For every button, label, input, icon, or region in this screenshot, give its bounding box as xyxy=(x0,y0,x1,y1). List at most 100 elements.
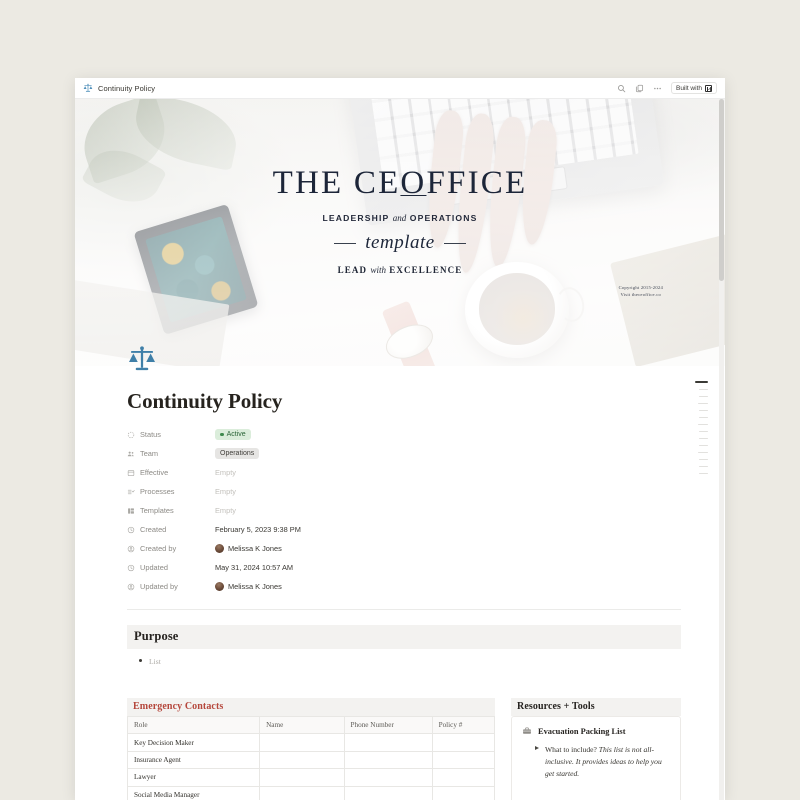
property-value: Empty xyxy=(215,506,236,515)
property-label: Status xyxy=(140,430,161,439)
table-row[interactable]: Insurance Agent xyxy=(126,750,496,770)
column-header: Phone Number xyxy=(343,715,433,735)
page-scroll-area[interactable]: THE CEOFFICE LEADERSHIP and OPERATIONS t… xyxy=(75,99,725,800)
property-row-team[interactable]: Team Operations xyxy=(127,444,681,463)
toc-dash[interactable] xyxy=(699,388,708,391)
purpose-list-item[interactable]: List xyxy=(127,657,681,666)
cell-policy[interactable] xyxy=(431,768,496,787)
clock-icon xyxy=(127,564,135,571)
property-key: Updated xyxy=(127,563,215,572)
cell-policy[interactable] xyxy=(431,750,496,770)
table-row[interactable]: Social Media Manager xyxy=(126,785,496,800)
briefcase-icon xyxy=(523,727,531,734)
table-row[interactable]: Lawyer xyxy=(126,768,496,787)
evacuation-packing-list-item[interactable]: Evacuation Packing List xyxy=(522,726,670,736)
avatar xyxy=(215,582,224,591)
more-options-icon[interactable] xyxy=(653,84,662,93)
emergency-contacts-table: Role Name Phone Number Policy # Key Deci… xyxy=(126,715,496,800)
section-resources-heading: Resources + Tools xyxy=(511,698,681,716)
table-row[interactable]: Key Decision Maker xyxy=(126,733,496,752)
resources-column: Resources + Tools Evacuation Packing Lis… xyxy=(511,683,681,800)
calendar-icon xyxy=(127,469,135,476)
toc-dash[interactable] xyxy=(699,416,708,419)
cover-title-post: FFICE xyxy=(426,165,528,201)
built-with-button[interactable]: Built with xyxy=(670,82,717,94)
team-badge: Operations xyxy=(215,447,260,460)
cell-phone[interactable] xyxy=(343,733,433,752)
toc-dash[interactable] xyxy=(698,423,708,426)
cover-copyright-line2: Visit theceoffice.co xyxy=(620,292,662,298)
cell-role[interactable]: Lawyer xyxy=(126,768,261,787)
cell-name[interactable] xyxy=(259,768,345,787)
vertical-scrollbar[interactable] xyxy=(719,99,724,800)
property-label: Created by xyxy=(140,544,177,553)
section-emergency-contacts-heading: Emergency Contacts xyxy=(127,698,495,716)
toc-dash[interactable] xyxy=(699,430,708,433)
cell-phone[interactable] xyxy=(343,750,433,770)
cell-name[interactable] xyxy=(259,733,345,752)
status-badge-label: Active xyxy=(226,430,246,438)
duplicate-icon[interactable] xyxy=(635,84,644,93)
property-key: Updated by xyxy=(127,582,215,591)
property-row-created-by: Created by Melissa K Jones xyxy=(127,539,681,558)
toc-dash[interactable] xyxy=(699,395,708,398)
toc-dash[interactable] xyxy=(699,465,708,468)
cover-copyright: Copyright 2015-2024 Visit theceoffice.co xyxy=(619,284,663,298)
toc-dash[interactable] xyxy=(698,451,708,454)
column-header: Policy # xyxy=(431,715,496,735)
cell-role[interactable]: Insurance Agent xyxy=(126,750,261,770)
topbar-actions: Built with xyxy=(617,82,717,94)
property-row-processes[interactable]: Processes Empty xyxy=(127,482,681,501)
cell-name[interactable] xyxy=(259,785,345,800)
property-row-templates[interactable]: Templates Empty xyxy=(127,501,681,520)
property-key: Created xyxy=(127,525,215,534)
property-label: Effective xyxy=(140,468,169,477)
person-name: Melissa K Jones xyxy=(228,544,282,553)
property-key: Effective xyxy=(127,468,215,477)
toc-dash[interactable] xyxy=(699,409,708,412)
checklist-icon xyxy=(127,489,135,494)
property-row-status[interactable]: Status Active xyxy=(127,425,681,444)
toc-dash[interactable] xyxy=(699,458,708,461)
cell-policy[interactable] xyxy=(431,733,496,752)
cover-rule-right xyxy=(443,242,466,244)
property-key: Created by xyxy=(127,544,215,553)
table-of-contents-rail[interactable] xyxy=(692,381,708,475)
topbar-left: Continuity Policy xyxy=(83,83,617,93)
property-key: Processes xyxy=(127,487,215,496)
status-icon xyxy=(127,431,135,438)
cell-role[interactable]: Social Media Manager xyxy=(126,785,261,800)
status-dot-icon xyxy=(220,432,224,437)
page-title: Continuity Policy xyxy=(127,389,283,413)
property-label: Created xyxy=(140,525,167,534)
property-label: Templates xyxy=(140,506,174,515)
chevron-right-icon[interactable] xyxy=(535,746,539,751)
property-row-effective[interactable]: Effective Empty xyxy=(127,463,681,482)
page-topbar: Continuity Policy Built with xyxy=(75,78,725,99)
cell-policy[interactable] xyxy=(431,785,496,800)
cover-title: THE CEOFFICE xyxy=(75,167,725,200)
cell-phone[interactable] xyxy=(343,768,433,787)
cell-name[interactable] xyxy=(259,750,345,770)
property-value: Melissa K Jones xyxy=(215,544,282,553)
resources-toggle[interactable]: What to include? This list is not all-in… xyxy=(522,744,670,780)
toc-dash[interactable] xyxy=(698,402,708,405)
clock-icon xyxy=(127,526,135,533)
cell-role[interactable]: Key Decision Maker xyxy=(126,733,261,752)
scrollbar-thumb[interactable] xyxy=(719,99,724,281)
cell-phone[interactable] xyxy=(343,785,433,800)
property-label: Updated by xyxy=(140,582,178,591)
toc-dash[interactable] xyxy=(699,444,708,447)
purpose-heading-text: Purpose xyxy=(134,629,179,643)
avatar xyxy=(215,544,224,553)
toc-dash[interactable] xyxy=(699,437,708,440)
property-label: Updated xyxy=(140,563,168,572)
property-value: February 5, 2023 9:38 PM xyxy=(215,525,301,534)
scales-icon[interactable] xyxy=(127,344,157,374)
cover-rule-left xyxy=(334,242,357,244)
cover-image: THE CEOFFICE LEADERSHIP and OPERATIONS t… xyxy=(75,99,725,366)
toc-dash[interactable] xyxy=(699,472,708,475)
evacuation-packing-list-title: Evacuation Packing List xyxy=(538,726,626,736)
toc-dash[interactable] xyxy=(695,381,708,384)
search-icon[interactable] xyxy=(617,84,626,93)
